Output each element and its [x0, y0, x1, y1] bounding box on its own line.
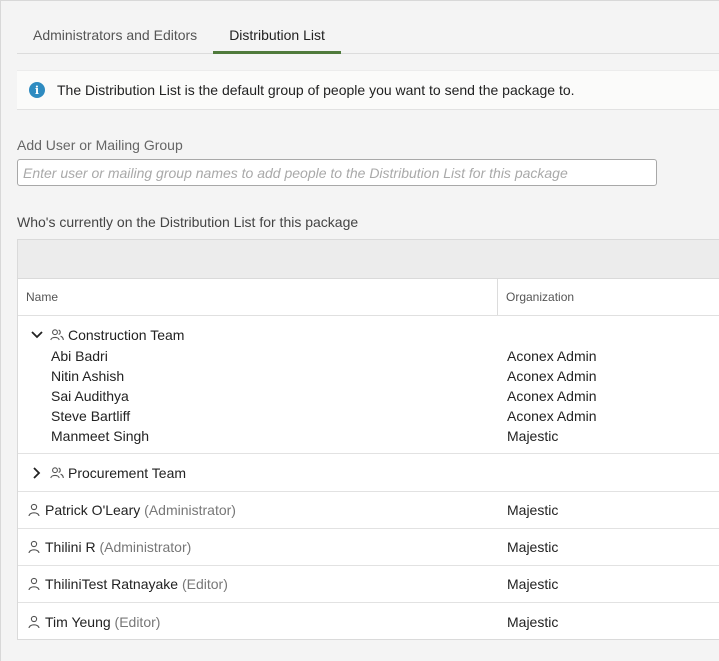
user-icon	[28, 615, 40, 629]
table-header: Name Organization	[18, 279, 719, 316]
chevron-down-icon[interactable]	[30, 328, 44, 342]
distribution-list-label: Who's currently on the Distribution List…	[17, 214, 359, 230]
user-icon	[28, 577, 40, 591]
user-name: ThiliniTest Ratnayake	[45, 576, 179, 592]
group-icon	[50, 328, 64, 342]
user-role: (Administrator)	[99, 539, 192, 555]
user-organization: Majestic	[507, 613, 559, 630]
user-name-cell: ThiliniTest Ratnayake (Editor)	[18, 576, 498, 592]
member-row: Nitin Ashish Aconex Admin	[18, 366, 719, 386]
member-organization: Majestic	[507, 428, 559, 444]
group-header: Construction Team	[18, 324, 719, 346]
user-name-cell: Patrick O'Leary (Administrator)	[18, 502, 498, 518]
user-role: (Administrator)	[144, 502, 236, 518]
user-row[interactable]: Thilini R (Administrator) Majestic	[18, 529, 719, 566]
user-icon	[28, 503, 40, 517]
member-row: Sai Audithya Aconex Admin	[18, 386, 719, 406]
member-name: Manmeet Singh	[51, 428, 150, 444]
member-name: Nitin Ashish	[51, 368, 125, 384]
window-frame-top	[0, 0, 719, 1]
user-organization: Majestic	[507, 502, 559, 518]
member-name: Sai Audithya	[51, 388, 129, 404]
tab-bar: Administrators and Editors Distribution …	[17, 18, 719, 54]
member-name: Steve Bartliff	[51, 408, 131, 424]
group-name: Procurement Team	[68, 465, 187, 481]
table-toolbar	[18, 240, 719, 279]
member-organization: Aconex Admin	[507, 348, 597, 364]
user-name: Tim Yeung	[45, 613, 111, 630]
user-name: Patrick O'Leary	[45, 502, 141, 518]
member-row: Steve Bartliff Aconex Admin	[18, 406, 719, 426]
info-banner: i The Distribution List is the default g…	[17, 70, 719, 110]
tab-administrators-and-editors[interactable]: Administrators and Editors	[17, 18, 213, 54]
member-row: Manmeet Singh Majestic	[18, 426, 719, 446]
add-user-label: Add User or Mailing Group	[17, 137, 183, 153]
group-name: Construction Team	[68, 327, 185, 343]
column-header-name[interactable]: Name	[18, 279, 498, 315]
chevron-right-icon[interactable]	[30, 466, 44, 480]
member-row: Abi Badri Aconex Admin	[18, 346, 719, 366]
member-organization: Aconex Admin	[507, 368, 597, 384]
user-name-cell: Tim Yeung (Editor)	[18, 614, 498, 630]
add-user-input[interactable]	[17, 159, 657, 186]
info-icon: i	[29, 82, 45, 98]
member-organization: Aconex Admin	[507, 408, 597, 424]
tab-distribution-list[interactable]: Distribution List	[213, 18, 341, 54]
user-row[interactable]: ThiliniTest Ratnayake (Editor) Majestic	[18, 566, 719, 603]
info-text: The Distribution List is the default gro…	[57, 82, 575, 98]
window-frame-left	[0, 0, 1, 661]
group-construction-team: Construction Team Abi Badri Aconex Admin…	[18, 316, 719, 454]
distribution-table: Name Organization Construction Team Abi …	[17, 239, 719, 640]
user-role: (Editor)	[114, 613, 161, 630]
user-role: (Editor)	[181, 576, 228, 592]
member-name: Abi Badri	[51, 348, 108, 364]
user-row[interactable]: Tim Yeung (Editor) Majestic	[18, 603, 719, 640]
user-organization: Majestic	[507, 539, 559, 555]
column-header-organization[interactable]: Organization	[498, 279, 719, 315]
user-icon	[28, 540, 40, 554]
user-name: Thilini R	[45, 539, 96, 555]
group-icon	[50, 466, 64, 480]
user-name-cell: Thilini R (Administrator)	[18, 539, 498, 555]
group-header: Procurement Team	[18, 454, 719, 492]
member-organization: Aconex Admin	[507, 388, 597, 404]
group-procurement-team: Procurement Team	[18, 454, 719, 492]
user-organization: Majestic	[507, 576, 559, 592]
user-row[interactable]: Patrick O'Leary (Administrator) Majestic	[18, 492, 719, 529]
